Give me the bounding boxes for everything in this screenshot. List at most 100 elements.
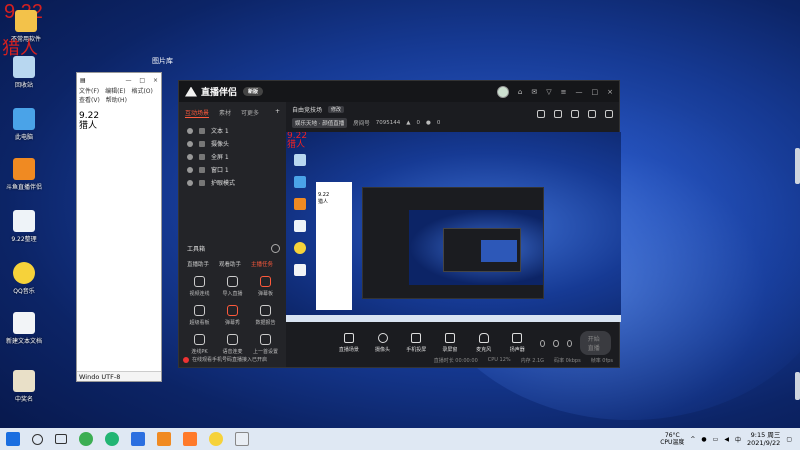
stream-preview[interactable]: 9.22 猎人 9.22 猎人	[286, 132, 621, 322]
hide-icon[interactable]	[553, 339, 559, 347]
start-stream-button[interactable]: 开始直播	[579, 331, 612, 355]
eye-icon[interactable]	[187, 127, 193, 134]
source-item[interactable]: 摄像头	[179, 137, 286, 150]
weather-widget[interactable]: 76°C CPU温度	[660, 432, 684, 446]
source-item[interactable]: 窗口 1	[179, 163, 286, 176]
menu-help[interactable]: 帮助(H)	[106, 97, 127, 104]
add-source-icon[interactable]: +	[275, 108, 280, 118]
message-icon[interactable]: ✉	[531, 88, 537, 96]
notepad-window[interactable]: ▤ — □ × 文件(F) 编辑(E) 格式(O) 查看(V) 帮助(H) 9.…	[76, 72, 162, 382]
collapse-icon[interactable]	[271, 244, 280, 253]
lock-icon[interactable]	[199, 153, 205, 160]
desktop-icon-this-pc[interactable]: 此电脑	[0, 108, 48, 141]
desktop-icon-folder[interactable]: 不常用软件	[2, 10, 50, 43]
tool-data-report[interactable]: 数据报告	[249, 305, 282, 326]
notepad-titlebar[interactable]: ▤ — □ ×	[77, 73, 161, 87]
notification-icon[interactable]: ▢	[786, 436, 792, 443]
bell-icon[interactable]	[588, 110, 596, 118]
gift-icon[interactable]: ⌂	[518, 88, 522, 96]
tool-video-link[interactable]: 视频连线	[183, 276, 216, 297]
phone-cast-button[interactable]: 手机投屏	[405, 333, 427, 353]
scene-button[interactable]: 直播场景	[338, 333, 360, 353]
streaming-app-window[interactable]: 直播伴侣 新版 ⌂ ✉ ▽ ≡ — □ × 互动场景 素材 可更多 + 文本 1…	[178, 80, 621, 368]
eye-icon[interactable]	[187, 179, 193, 186]
speaker-button[interactable]: 扬声器	[506, 333, 528, 353]
tool-import[interactable]: 导入直播	[216, 276, 249, 297]
clock[interactable]: 9:15 周三 2021/9/22	[747, 431, 780, 447]
source-item[interactable]: 文本 1	[179, 124, 286, 137]
menu-view[interactable]: 查看(V)	[79, 97, 100, 104]
tool-music[interactable]: 上一首设置	[249, 334, 282, 355]
maximize-icon[interactable]: □	[592, 88, 599, 96]
tool-danmaku-board[interactable]: 弹幕板	[249, 276, 282, 297]
chevron-up-icon[interactable]: ^	[690, 436, 695, 443]
user-avatar[interactable]	[496, 85, 509, 98]
wechat-icon[interactable]	[105, 432, 119, 446]
wechat-tray-icon[interactable]: ●	[701, 436, 706, 443]
lock-icon[interactable]	[199, 166, 205, 173]
share-icon[interactable]	[605, 110, 613, 118]
desktop-icon-recycle-bin[interactable]: 回收站	[0, 56, 48, 89]
notepad-taskbar-icon[interactable]	[235, 432, 249, 446]
notepad-text-area[interactable]: 9.22 猎人	[77, 105, 161, 131]
desktop-icon-winners[interactable]: 中奖名	[0, 370, 48, 403]
gift-panel-icon[interactable]	[537, 110, 545, 118]
tool-super-board[interactable]: 超级看板	[183, 305, 216, 326]
room-title[interactable]: 自由竞技场	[292, 105, 322, 114]
room-category[interactable]: 娱乐天地 · 颜值直播	[292, 118, 348, 128]
desktop-icon-douyu[interactable]: 斗鱼直播伴侣	[0, 158, 48, 191]
menu-edit[interactable]: 编辑(E)	[105, 88, 125, 95]
eye-icon[interactable]	[187, 166, 193, 173]
lock-icon[interactable]	[199, 127, 205, 134]
network-icon[interactable]: ▭	[713, 436, 719, 443]
tab-materials[interactable]: 素材	[219, 108, 231, 118]
screen-record-button[interactable]: 录屏窗	[439, 333, 461, 353]
app-titlebar[interactable]: 直播伴侣 新版 ⌂ ✉ ▽ ≡ — □ ×	[179, 81, 619, 102]
eye-icon[interactable]	[187, 140, 193, 147]
tab-interactive-scene[interactable]: 互动场景	[185, 108, 210, 118]
volume-icon[interactable]: ◀	[724, 436, 729, 443]
minimize-icon[interactable]: —	[576, 88, 583, 96]
menu-file[interactable]: 文件(F)	[79, 88, 99, 95]
tab-stream-helper[interactable]: 直播助手	[187, 260, 209, 268]
tool-pk[interactable]: 连线PK	[183, 334, 216, 355]
skin-icon[interactable]: ▽	[546, 88, 551, 96]
camera-button[interactable]: 摄像头	[372, 333, 394, 353]
desktop-icon-qqmusic[interactable]: QQ音乐	[0, 262, 48, 295]
microphone-button[interactable]: 麦克风	[473, 333, 495, 353]
tab-anchor-task[interactable]: 主播任务	[251, 260, 273, 268]
tool-danmaku-show[interactable]: 弹幕秀	[216, 305, 249, 326]
edit-room-button[interactable]: 修改	[328, 106, 345, 113]
side-scrollbar-lower[interactable]	[795, 372, 800, 400]
search-icon[interactable]	[32, 433, 43, 445]
minimize-icon[interactable]: —	[125, 77, 131, 84]
desktop-icon-new-text[interactable]: 新建文本文档	[0, 312, 48, 345]
tool-voice-link[interactable]: 语音连麦	[216, 334, 249, 355]
task-view-icon[interactable]	[55, 434, 67, 444]
lock-icon[interactable]	[199, 140, 205, 147]
start-icon[interactable]	[6, 432, 20, 446]
browser-icon[interactable]	[131, 432, 145, 446]
douyu-taskbar-icon[interactable]	[157, 432, 171, 446]
shop-icon[interactable]	[554, 110, 562, 118]
side-scrollbar[interactable]	[795, 148, 800, 184]
tab-more[interactable]: 可更多	[241, 108, 259, 118]
qq-music-taskbar-icon[interactable]	[209, 432, 223, 446]
source-item[interactable]: 全屏 1	[179, 150, 286, 163]
tab-viewer-helper[interactable]: 观看助手	[219, 260, 241, 268]
maximize-icon[interactable]: □	[139, 77, 145, 84]
record-toggle-icon[interactable]	[540, 339, 546, 347]
menu-format[interactable]: 格式(O)	[131, 88, 152, 95]
desktop-icon-doc-922[interactable]: 9.22整理	[0, 210, 48, 243]
streaming-app-taskbar-icon[interactable]	[183, 432, 197, 446]
lock-icon[interactable]	[199, 179, 205, 186]
settings-icon[interactable]	[566, 339, 572, 347]
eye-icon[interactable]	[187, 153, 193, 160]
source-item[interactable]: 护眼模式	[179, 176, 286, 189]
input-method-icon[interactable]: 中	[735, 435, 741, 444]
card-icon[interactable]	[571, 110, 579, 118]
bottom-tip[interactable]: 在线观看手机号码直播接入已开启	[183, 356, 267, 363]
menu-icon[interactable]: ≡	[561, 88, 567, 96]
close-icon[interactable]: ×	[153, 77, 158, 84]
chrome-icon[interactable]	[79, 432, 93, 446]
